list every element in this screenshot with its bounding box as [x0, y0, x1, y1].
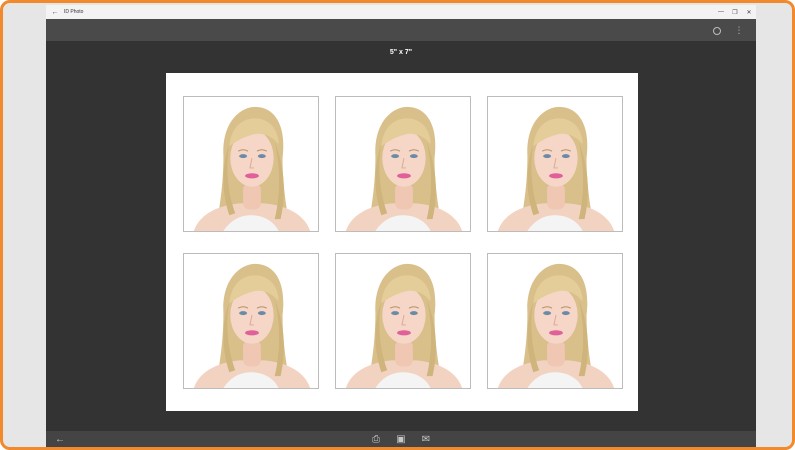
screenshot-frame: ← ID Photo — ❐ ✕ ⋮ 5" x 7" ← ⎙ ▣ ✉: [0, 0, 795, 450]
settings-icon: [713, 26, 721, 35]
top-toolbar: ⋮: [46, 19, 756, 41]
save-icon[interactable]: ▣: [393, 434, 409, 445]
mail-icon[interactable]: ✉: [418, 434, 434, 445]
window-title: ID Photo: [64, 9, 84, 15]
id-photo: [335, 253, 471, 389]
print-sheet: [166, 73, 638, 411]
maximize-button[interactable]: ❐: [728, 9, 742, 16]
minimize-button[interactable]: —: [714, 9, 728, 15]
more-options-icon[interactable]: ⋮: [728, 25, 750, 36]
back-arrow-icon[interactable]: ←: [46, 9, 64, 16]
id-photo: [487, 96, 623, 232]
app-window: ← ID Photo — ❐ ✕ ⋮ 5" x 7" ← ⎙ ▣ ✉: [46, 5, 756, 447]
back-arrow-icon[interactable]: ←: [52, 434, 68, 445]
bottom-toolbar: ← ⎙ ▣ ✉: [46, 431, 756, 447]
id-photo: [183, 96, 319, 232]
print-icon[interactable]: ⎙: [368, 434, 384, 445]
paper-size-label: 5" x 7": [389, 49, 413, 56]
close-button[interactable]: ✕: [742, 9, 756, 16]
title-bar: ← ID Photo — ❐ ✕: [46, 5, 756, 19]
id-photo: [487, 253, 623, 389]
settings-button[interactable]: [706, 25, 728, 35]
id-photo: [335, 96, 471, 232]
id-photo: [183, 253, 319, 389]
